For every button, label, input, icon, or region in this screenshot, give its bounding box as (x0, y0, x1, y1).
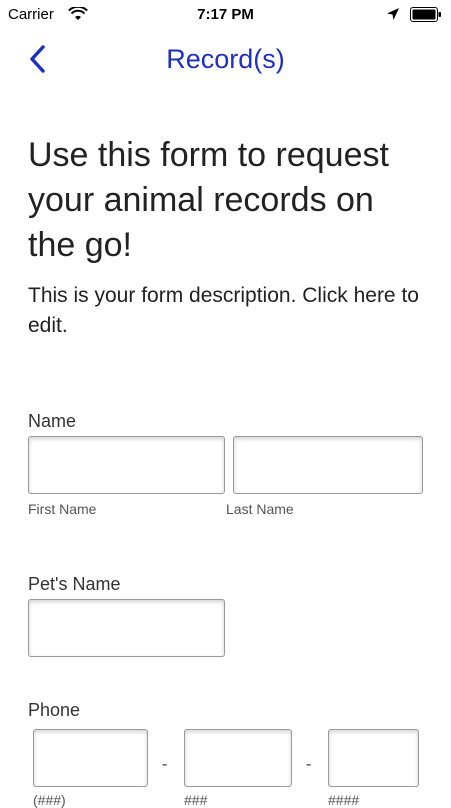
pet-name-input[interactable] (28, 599, 225, 657)
phone-area-code-input[interactable] (33, 729, 148, 787)
phone-label: Phone (28, 700, 81, 720)
form-description: This is your form description. Click her… (28, 284, 419, 337)
nav-title: Record(s) (166, 44, 285, 74)
phone-area-sublabel: (###) (33, 792, 66, 808)
first-name-input[interactable] (28, 436, 225, 494)
phone-prefix-input[interactable] (184, 729, 292, 787)
phone-separator: - (306, 756, 312, 773)
phone-line-sublabel: #### (328, 792, 360, 808)
last-name-input[interactable] (233, 436, 423, 494)
first-name-sublabel: First Name (28, 501, 97, 517)
status-bar: Carrier 7:17 PM (0, 0, 451, 30)
phone-separator: - (162, 756, 168, 773)
last-name-sublabel: Last Name (226, 501, 294, 517)
phone-prefix-sublabel: ### (184, 792, 208, 808)
status-time: 7:17 PM (197, 6, 254, 23)
phone-line-number-input[interactable] (328, 729, 419, 787)
name-label: Name (28, 411, 77, 431)
location-arrow-icon (387, 8, 399, 20)
pet-name-label: Pet's Name (28, 574, 121, 594)
battery-icon (410, 7, 441, 22)
form-title: Use this form to request your animal rec… (28, 136, 389, 264)
navigation-bar: Record(s) (0, 30, 451, 88)
